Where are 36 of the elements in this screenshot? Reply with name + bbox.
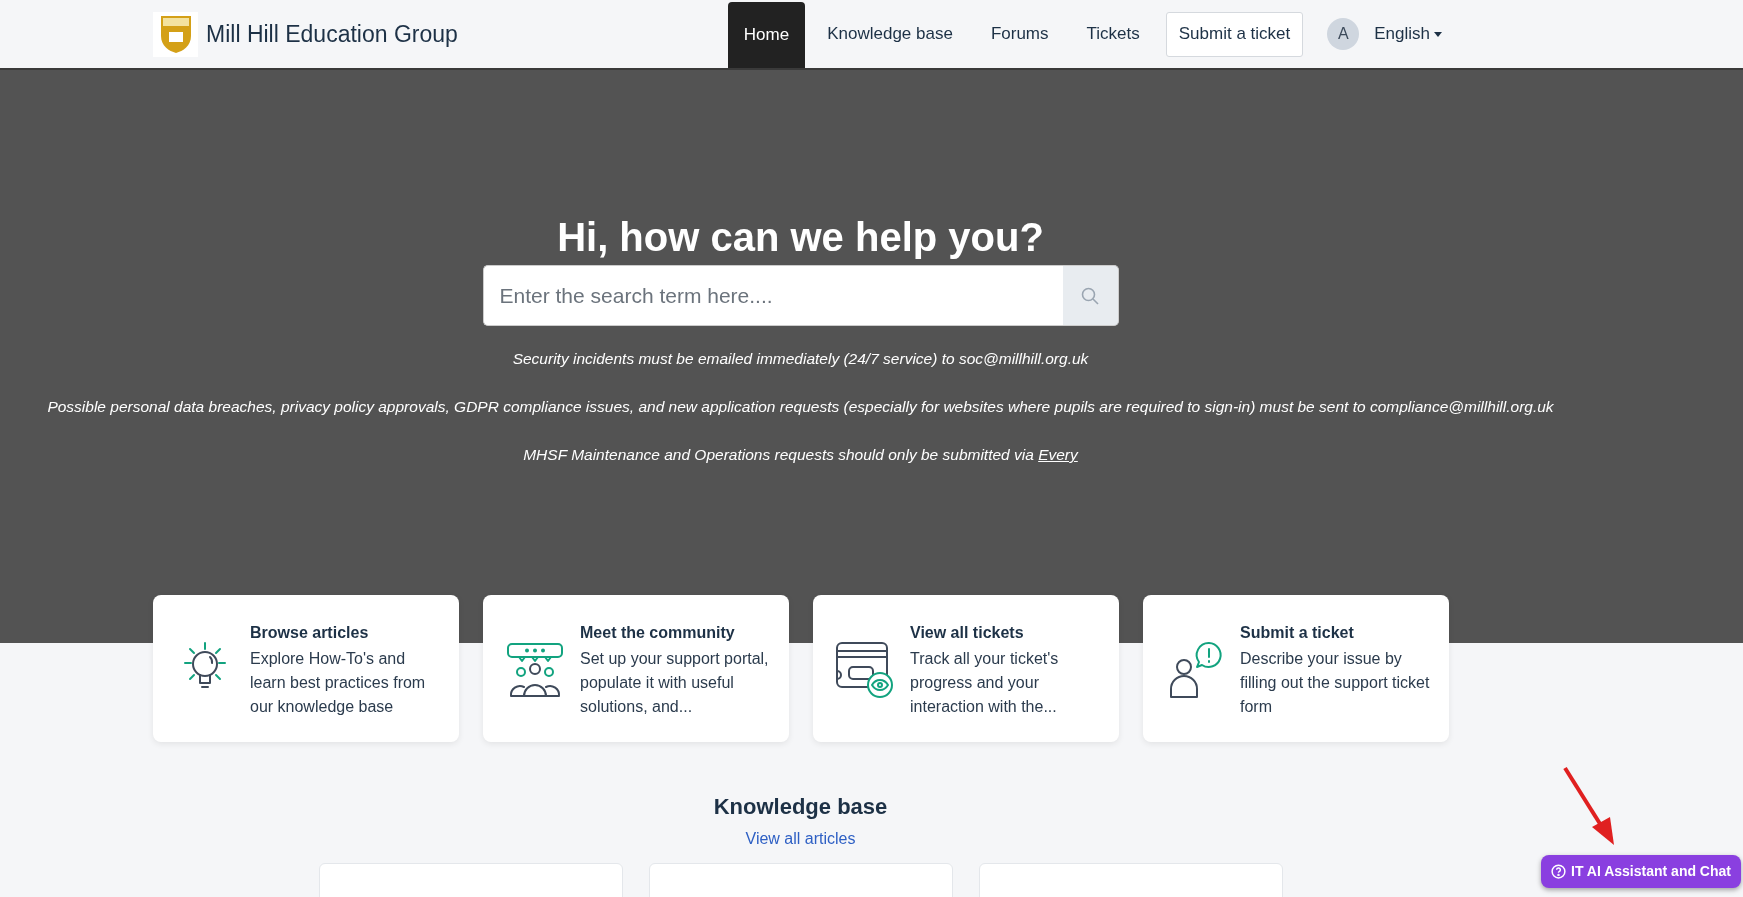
notice-text: MHSF Maintenance and Operations requests should only be submitted via Every — [523, 445, 1078, 465]
card-title: Meet the community — [580, 623, 736, 643]
brand-title[interactable]: Mill Hill Education Group — [206, 16, 458, 52]
school-crest-logo[interactable] — [153, 11, 198, 57]
feature-card[interactable]: View all tickets Track all your ticket's progress and your interaction with the... — [813, 595, 1119, 742]
chat-button[interactable]: IT AI Assistant and Chat — [1541, 855, 1741, 888]
card-title: Submit a ticket — [1240, 623, 1355, 643]
nav-link[interactable]: Knowledge base — [811, 0, 969, 68]
card-description: Set up your support portal, populate it with useful solutions, and... — [580, 649, 770, 717]
card-description: Track all your ticket's progress and your interaction with the... — [910, 649, 1060, 717]
language-dropdown[interactable]: English — [1374, 21, 1442, 47]
section-title: Knowledge base — [713, 793, 888, 821]
article-card[interactable] — [978, 863, 1283, 897]
caret-icon — [1434, 31, 1442, 37]
feature-card[interactable]: Meet the community Set up your support portal, populate it with useful solutions, and... — [483, 595, 789, 742]
card-description: Describe your issue by filling out the support ticket form — [1240, 649, 1431, 717]
article-card[interactable] — [648, 863, 953, 897]
feature-card[interactable]: Browse articles Explore How-To's and learn best practices from our knowledge base — [153, 595, 459, 742]
user-avatar[interactable]: A — [1327, 18, 1360, 50]
card-title: View all tickets — [910, 623, 1025, 643]
submit-ticket-button[interactable]: Submit a ticket — [1165, 11, 1304, 57]
help-icon — [1551, 864, 1566, 879]
hero-title: Hi, how can we help you? — [557, 214, 1044, 261]
card-description: Explore How-To's and learn best practices from our knowledge base — [250, 649, 427, 717]
nav-link[interactable]: Forums — [974, 0, 1065, 68]
notice-text: Possible personal data breaches, privacy policy approvals, GDPR compliance issues, and new application requests (especially for websites where pupils are required to sign-in) must be sent to compliance@millhill.org.uk — [47, 397, 1554, 417]
nav-link[interactable]: Tickets — [1070, 0, 1156, 68]
article-card[interactable] — [318, 863, 623, 897]
view-all-articles-link[interactable]: View all articles — [745, 827, 856, 851]
every-link[interactable]: Every — [1038, 446, 1078, 463]
ticket-stack-icon — [835, 641, 895, 699]
person-alert-icon — [1167, 641, 1223, 699]
card-title: Browse articles — [250, 623, 370, 643]
feature-card[interactable]: Submit a ticket Describe your issue by filling out the support ticket form — [1143, 595, 1449, 742]
nav-link[interactable]: Home — [727, 2, 806, 68]
notice-text: Security incidents must be emailed immediately (24/7 service) to soc@millhill.org.uk — [512, 349, 1089, 369]
